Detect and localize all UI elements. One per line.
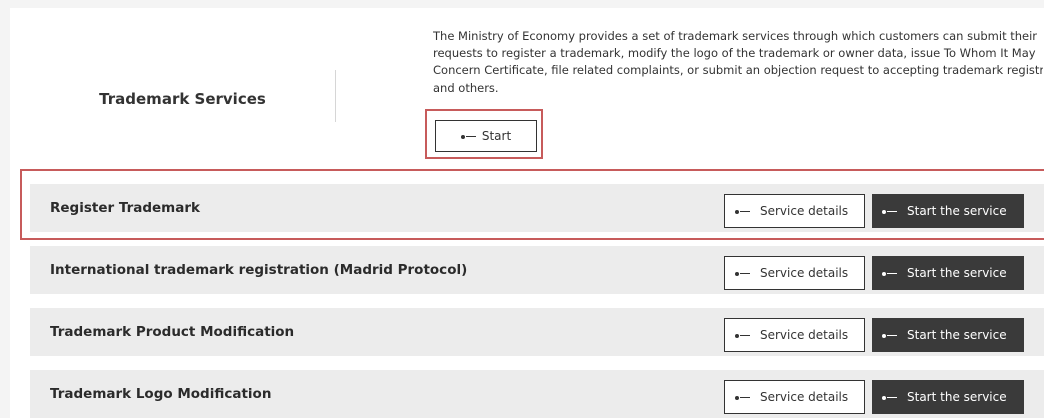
- description-line: Concern Certificate, file related compla…: [433, 63, 1043, 78]
- start-service-label: Start the service: [907, 390, 1007, 404]
- arrow-left-icon: [735, 266, 750, 280]
- start-button[interactable]: Start: [435, 120, 537, 152]
- service-title: Trademark Logo Modification: [50, 386, 272, 402]
- arrow-left-icon: [882, 266, 897, 280]
- start-button-label: Start: [481, 129, 512, 143]
- arrow-left-icon: [460, 129, 476, 143]
- service-row-product-modification: Trademark Product Modification Service d…: [30, 308, 1044, 356]
- row-highlight: [20, 169, 1044, 240]
- description-line: requests to register a trademark, modify…: [433, 46, 1036, 61]
- service-row-logo-modification: Trademark Logo Modification Service deta…: [30, 370, 1044, 418]
- divider: [335, 70, 336, 122]
- start-service-label: Start the service: [907, 266, 1007, 280]
- arrow-left-icon: [882, 328, 897, 342]
- service-row-madrid-protocol: International trademark registration (Ma…: [30, 246, 1044, 294]
- start-service-button[interactable]: Start the service: [872, 256, 1024, 290]
- service-details-button[interactable]: Service details: [724, 380, 865, 414]
- service-details-label: Service details: [760, 328, 849, 342]
- description-line: and others.: [433, 80, 499, 95]
- service-title: International trademark registration (Ma…: [50, 262, 468, 278]
- service-details-label: Service details: [760, 390, 849, 404]
- arrow-left-icon: [735, 390, 750, 404]
- description-line: The Ministry of Economy provides a set o…: [433, 29, 1038, 43]
- section-description: The Ministry of Economy provides a set o…: [433, 28, 1043, 97]
- start-service-label: Start the service: [907, 328, 1007, 342]
- section-title: Trademark Services: [99, 90, 266, 108]
- start-service-button[interactable]: Start the service: [872, 380, 1024, 414]
- service-details-label: Service details: [760, 266, 849, 280]
- start-service-button[interactable]: Start the service: [872, 318, 1024, 352]
- service-title: Trademark Product Modification: [50, 324, 295, 340]
- service-details-button[interactable]: Service details: [724, 256, 865, 290]
- arrow-left-icon: [735, 328, 750, 342]
- service-details-button[interactable]: Service details: [724, 318, 865, 352]
- arrow-left-icon: [882, 390, 897, 404]
